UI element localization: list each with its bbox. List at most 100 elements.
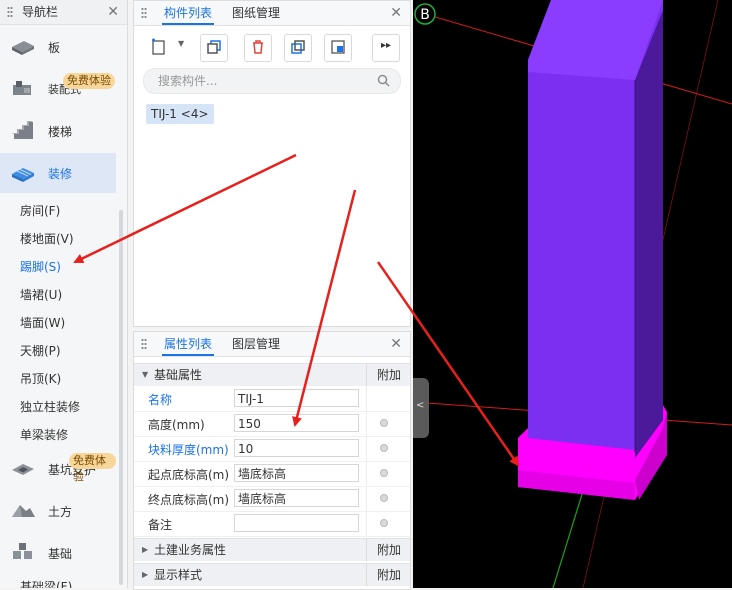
nav-subitem-column-decoration[interactable]: 独立柱装修 [20, 398, 80, 415]
nav-subitem-dado[interactable]: 墙裙(U) [20, 286, 62, 303]
tab-drawing-management[interactable]: 图纸管理 [232, 1, 280, 25]
nav-category-slab[interactable]: 板 [0, 27, 116, 67]
close-icon[interactable]: ✕ [107, 0, 119, 24]
group-civil-properties[interactable]: ▶ 土建业务属性 附加 [134, 538, 410, 561]
caret-right-icon: ▶ [142, 570, 149, 579]
stairs-icon [12, 121, 33, 139]
nav-category-label: 土方 [48, 505, 73, 519]
tab-layer-management[interactable]: 图层管理 [232, 332, 280, 356]
search-input[interactable] [156, 73, 370, 89]
search-icon[interactable] [377, 74, 390, 87]
column-header-addon: 附加 [366, 564, 411, 586]
slab-icon [12, 41, 34, 55]
drag-grip-icon[interactable] [141, 7, 147, 19]
prefab-icon [13, 81, 31, 95]
property-key: 起点底标高(m) [148, 468, 230, 482]
copy-button[interactable] [200, 34, 228, 62]
nav-subitem-floor[interactable]: 楼地面(V) [20, 230, 74, 247]
column-side-face [635, 10, 663, 458]
addon-checkbox[interactable] [380, 444, 388, 452]
nav-category-label: 基础 [48, 547, 73, 561]
addon-checkbox[interactable] [380, 494, 388, 502]
property-value-field[interactable]: 墙底标高 [234, 489, 359, 507]
property-key: 块料厚度(mm) [148, 443, 229, 457]
close-icon[interactable]: ✕ [390, 1, 402, 25]
viewport-collapse-handle[interactable]: < [413, 378, 429, 438]
pit-support-icon [12, 464, 34, 475]
group-display-style[interactable]: ▶ 显示样式 附加 [134, 563, 410, 586]
property-value-field[interactable]: 墙底标高 [234, 464, 359, 482]
decoration-icon [12, 168, 34, 182]
caret-down-icon: ▼ [142, 370, 149, 379]
new-file-icon [152, 38, 165, 55]
nav-category-prefab[interactable]: 装配式 免费体验 [0, 69, 116, 109]
property-row-name: 名称 TIJ-1 [134, 386, 410, 412]
new-component-button[interactable]: ▼ [144, 34, 186, 60]
nav-category-earthwork[interactable]: 土方 [0, 491, 116, 531]
group-title: 基础属性 [154, 368, 203, 382]
nav-category-foundation[interactable]: 基础 [0, 533, 116, 573]
nav-category-pit-support[interactable]: 基坑支护 免费体验 [0, 449, 116, 489]
nav-category-label: 装修 [48, 167, 73, 181]
column-header-addon: 附加 [366, 364, 411, 386]
floor-component-button[interactable] [324, 34, 352, 62]
property-key: 高度(mm) [148, 418, 205, 432]
free-trial-badge: 免费体验 [63, 73, 115, 89]
property-row-end-elevation: 终点底标高(m) 墙底标高 [134, 486, 410, 512]
nav-scrollbar[interactable] [119, 210, 123, 585]
property-key: 名称 [148, 393, 173, 407]
property-row-start-elevation: 起点底标高(m) 墙底标高 [134, 461, 410, 487]
property-row-height: 高度(mm) 150 [134, 411, 410, 437]
group-title: 显示样式 [154, 568, 203, 582]
nav-subitem-ceiling[interactable]: 天棚(P) [20, 342, 61, 359]
close-icon[interactable]: ✕ [390, 332, 402, 356]
tab-property-list[interactable]: 属性列表 [161, 332, 215, 356]
axis-label: B [420, 7, 430, 23]
trash-icon [253, 40, 263, 54]
tab-component-list[interactable]: 构件列表 [161, 1, 215, 25]
nav-title: 导航栏 [22, 5, 59, 19]
component-pane-header: 构件列表 图纸管理 ✕ [134, 1, 410, 26]
property-value-field[interactable] [234, 514, 359, 532]
addon-checkbox[interactable] [380, 519, 388, 527]
drag-grip-icon[interactable] [7, 6, 13, 18]
group-basic-properties[interactable]: ▼ 基础属性 附加 [134, 363, 410, 386]
property-key: 终点底标高(m) [148, 493, 230, 507]
component-search[interactable] [143, 68, 401, 94]
nav-subitem-suspended-ceiling[interactable]: 吊顶(K) [20, 370, 61, 387]
nav-category-decoration[interactable]: 装修 [0, 153, 116, 193]
nav-subitem-beam-decoration[interactable]: 单梁装修 [20, 426, 68, 443]
delete-button[interactable] [244, 34, 272, 62]
addon-checkbox[interactable] [380, 469, 388, 477]
foundation-icon [13, 543, 32, 559]
component-item[interactable]: TIJ-1 <4> [146, 104, 214, 124]
chevron-down-icon[interactable]: ▼ [178, 39, 184, 48]
properties-pane: 属性列表 图层管理 ✕ ▼ 基础属性 附加 名称 TIJ-1 高度(mm) 15… [133, 331, 411, 590]
navigation-pane: 导航栏 ✕ 板 装配式 免费体验 楼梯 装修 房间(F) 楼地面(V) 踢脚(S… [0, 0, 128, 588]
property-value-field[interactable]: TIJ-1 [234, 389, 359, 407]
more-tools-button[interactable]: ▸▸ [372, 34, 400, 62]
property-row-remark: 备注 [134, 511, 410, 537]
nav-subitem-room[interactable]: 房间(F) [20, 202, 60, 219]
3d-viewport[interactable]: B [413, 0, 732, 588]
nav-header: 导航栏 ✕ [0, 0, 127, 25]
nav-category-label: 楼梯 [48, 125, 73, 139]
caret-right-icon: ▶ [142, 545, 149, 554]
nav-subitem-wall-surface[interactable]: 墙面(W) [20, 314, 65, 331]
addon-checkbox[interactable] [380, 419, 388, 427]
drag-grip-icon[interactable] [141, 338, 147, 350]
property-value-field[interactable]: 10 [234, 439, 359, 457]
property-key: 备注 [148, 518, 173, 532]
property-value-field[interactable]: 150 [234, 414, 359, 432]
properties-pane-header: 属性列表 图层管理 ✕ [134, 332, 410, 357]
layer-icon [331, 40, 345, 54]
earthwork-icon [12, 505, 35, 517]
copy-to-floor-button[interactable] [284, 34, 312, 62]
column-header-addon: 附加 [366, 539, 411, 561]
copy-icon [207, 40, 221, 54]
nav-category-stairs[interactable]: 楼梯 [0, 111, 116, 151]
nav-subitem-foundation-beam[interactable]: 基础梁(F) [20, 578, 72, 588]
nav-subitem-skirting[interactable]: 踢脚(S) [20, 258, 61, 275]
3d-scene[interactable]: B [413, 0, 732, 588]
nav-category-label: 板 [48, 41, 61, 55]
